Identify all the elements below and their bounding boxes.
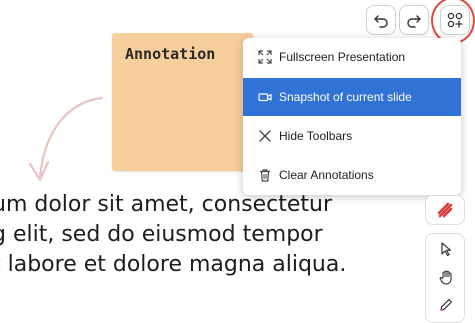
menu-item-label: Hide Toolbars (279, 129, 353, 143)
undo-icon (374, 15, 388, 28)
hand-tool[interactable] (426, 263, 466, 291)
fullscreen-icon (258, 50, 272, 64)
annotation-arrow (28, 96, 104, 182)
pointer-icon (441, 242, 452, 257)
close-icon (258, 129, 272, 143)
hand-icon (439, 270, 452, 285)
pen-color-button[interactable] (425, 195, 465, 225)
camera-icon (258, 90, 272, 104)
trash-icon (258, 168, 272, 182)
menu-item-fullscreen[interactable]: Fullscreen Presentation (243, 38, 461, 76)
redo-button[interactable] (399, 5, 429, 35)
pen-tool[interactable] (426, 291, 466, 319)
menu-item-label: Snapshot of current slide (279, 90, 412, 104)
menu-item-hide-toolbars[interactable]: Hide Toolbars (243, 117, 461, 155)
undo-button[interactable] (366, 5, 396, 35)
slide-body-text: um dolor sit amet, consectetur g elit, s… (0, 190, 470, 280)
menu-item-clear-annotations[interactable]: Clear Annotations (243, 156, 461, 194)
menu-item-snapshot[interactable]: Snapshot of current slide (243, 78, 461, 116)
slide-text-line: g elit, sed do eiusmod tempor (0, 222, 323, 247)
menu-item-label: Fullscreen Presentation (279, 50, 406, 64)
redo-icon (407, 15, 421, 28)
options-menu: Fullscreen Presentation Snapshot of curr… (243, 38, 461, 195)
scribble-icon (437, 202, 453, 218)
side-toolbar (425, 233, 465, 323)
annotation-sticky-note[interactable]: Annotation (112, 33, 253, 171)
menu-item-label: Clear Annotations (279, 168, 374, 182)
note-title: Annotation (125, 45, 216, 63)
slide-text-line: t labore et dolore magna aliqua. (0, 252, 347, 277)
pencil-icon (440, 299, 452, 311)
select-tool[interactable] (426, 235, 466, 263)
